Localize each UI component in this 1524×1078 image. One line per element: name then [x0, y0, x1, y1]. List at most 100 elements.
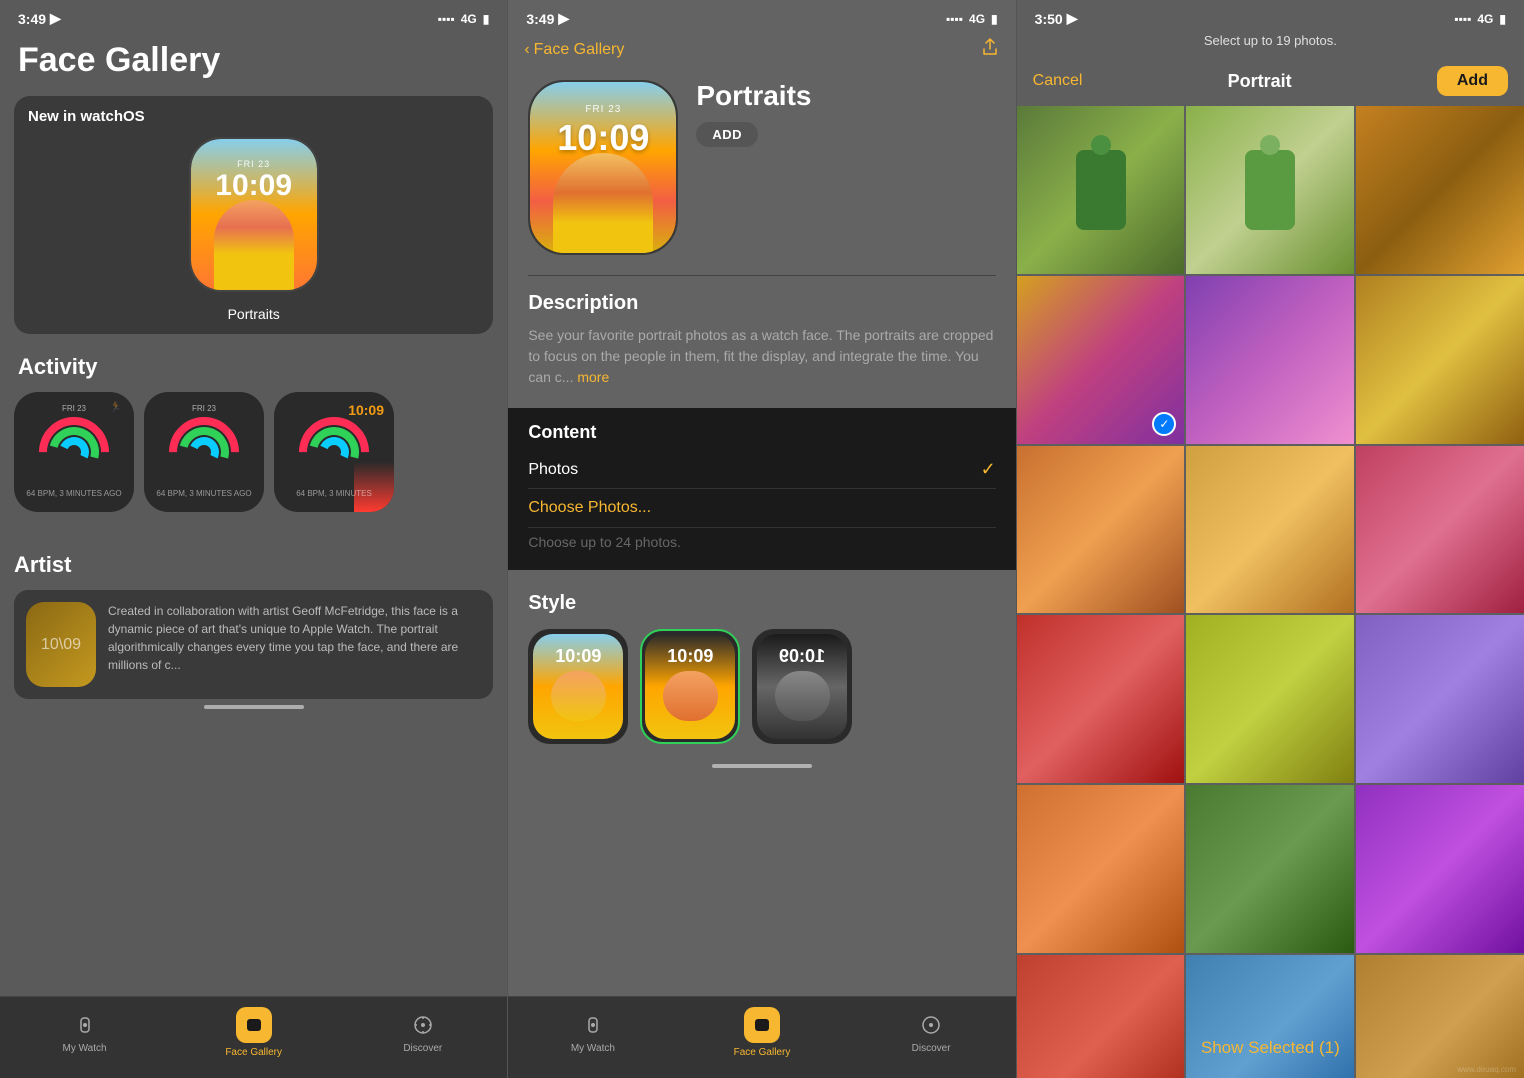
location-icon: ▶	[50, 10, 61, 27]
photo-cell-4[interactable]: ✓	[1017, 276, 1185, 444]
description-text: See your favorite portrait photos as a w…	[508, 321, 1015, 400]
activity-rings-2	[169, 417, 239, 487]
artist-thumb: 10\09	[26, 602, 96, 687]
content-section: Content Photos ✓ Choose Photos... Choose…	[508, 408, 1015, 570]
show-selected-button[interactable]: Show Selected (1)	[1017, 1038, 1524, 1058]
panel-face-gallery: 3:49 ▶ ▪▪▪▪ 4G ▮ Face Gallery New in wat…	[0, 0, 507, 1078]
activity-rings-1	[39, 417, 109, 487]
location-icon-2: ▶	[558, 10, 569, 27]
signal-icon-2: ▪▪▪▪	[946, 12, 963, 26]
photo-cell-7[interactable]	[1017, 446, 1185, 614]
style-section: Style 10:09 10:09 10:09	[508, 578, 1015, 758]
p2-watch-preview: FRI 23 10:09 Portraits ADD	[508, 70, 1015, 275]
artist-section-title: Artist	[14, 532, 493, 590]
activity-watch-2[interactable]: FRI 23 64 BPM, 3 MINUTES AGO	[144, 392, 264, 512]
choose-hint: Choose up to 24 photos.	[528, 528, 995, 556]
photo-cell-17[interactable]	[1186, 955, 1354, 1078]
nav-discover-label-2: Discover	[912, 1043, 951, 1054]
photo-cell-5[interactable]	[1186, 276, 1354, 444]
featured-name: Portraits	[14, 300, 493, 322]
nav-mywatch-1[interactable]: My Watch	[55, 1011, 115, 1054]
p2-title-area: Portraits ADD	[696, 80, 811, 147]
photo-cell-13[interactable]	[1017, 785, 1185, 953]
add-button[interactable]: ADD	[696, 122, 758, 147]
photo-cell-2[interactable]	[1186, 106, 1354, 274]
featured-watch: FRI 23 10:09	[14, 133, 493, 300]
discover-icon-1	[409, 1011, 437, 1039]
featured-card[interactable]: New in watchOS FRI 23 10:09 Portraits	[14, 96, 493, 334]
nav-discover-1[interactable]: Discover	[393, 1011, 453, 1054]
photo-cell-14[interactable]	[1186, 785, 1354, 953]
style-watch-1[interactable]: 10:09	[528, 629, 628, 744]
panel-photo-picker: 3:50 ▶ ▪▪▪▪ 4G ▮ Select up to 19 photos.…	[1016, 0, 1524, 1078]
cancel-button[interactable]: Cancel	[1033, 72, 1083, 90]
checkmark-icon: ✓	[981, 459, 996, 480]
activity-section-title: Activity	[0, 334, 507, 392]
photos-option-row[interactable]: Photos ✓	[528, 451, 995, 488]
nav-facegallery-2[interactable]: Face Gallery	[732, 1007, 792, 1058]
artist-description: Created in collaboration with artist Geo…	[108, 602, 481, 674]
style-title: Style	[528, 592, 995, 615]
nav-discover-2[interactable]: Discover	[901, 1011, 961, 1054]
facegallery-icon-1	[236, 1007, 272, 1043]
photo-cell-11[interactable]	[1186, 615, 1354, 783]
photo-cell-3[interactable]	[1356, 106, 1524, 274]
watch-person	[191, 192, 317, 290]
nav-discover-label-1: Discover	[403, 1043, 442, 1054]
style-watch-2[interactable]: 10:09	[640, 629, 740, 744]
photo-cell-16[interactable]	[1017, 955, 1185, 1078]
activity-watch-3[interactable]: 10:09 64 BPM, 3 MINUTES	[274, 392, 394, 512]
artist-card[interactable]: 10\09 Created in collaboration with arti…	[14, 590, 493, 699]
photo-cell-8[interactable]	[1186, 446, 1354, 614]
scroll-indicator-2	[712, 764, 812, 768]
status-bar-3: 3:50 ▶ ▪▪▪▪ 4G ▮	[1017, 0, 1524, 33]
style-watch-3[interactable]: 10:09	[752, 629, 852, 744]
mywatch-icon	[71, 1011, 99, 1039]
status-bar-2: 3:49 ▶ ▪▪▪▪ 4G ▮	[508, 0, 1015, 33]
photo-cell-15[interactable]	[1356, 785, 1524, 953]
watermark: www.deuaq.com	[1457, 1065, 1516, 1074]
scroll-indicator-1	[204, 705, 304, 709]
description-header: Description	[508, 276, 1015, 321]
panel-portraits-detail: 3:49 ▶ ▪▪▪▪ 4G ▮ ‹ Face Gallery FRI 23 1…	[507, 0, 1015, 1078]
p2-navigation: ‹ Face Gallery	[508, 33, 1015, 70]
status-bar-1: 3:49 ▶ ▪▪▪▪ 4G ▮	[0, 0, 507, 33]
page-title-1: Face Gallery	[0, 33, 507, 96]
back-button[interactable]: ‹ Face Gallery	[524, 41, 624, 59]
selected-badge: ✓	[1152, 412, 1176, 436]
choose-photos-link[interactable]: Choose Photos...	[528, 489, 995, 527]
photo-grid: ✓	[1017, 106, 1524, 1078]
battery-icon-2: ▮	[991, 12, 998, 26]
photos-option: Photos	[528, 461, 578, 479]
photo-cell-1[interactable]	[1017, 106, 1185, 274]
activity-watch-1[interactable]: FRI 23 🏃 64 BPM, 3 MINUTES AGO	[14, 392, 134, 512]
p3-add-button[interactable]: Add	[1437, 66, 1508, 96]
content-title: Content	[528, 422, 995, 443]
p3-header: Cancel Portrait Add	[1017, 58, 1524, 106]
photo-cell-6[interactable]	[1356, 276, 1524, 444]
bottom-nav-2: My Watch Face Gallery Discover	[508, 996, 1015, 1078]
photo-cell-18[interactable]	[1356, 955, 1524, 1078]
watch-date: FRI 23	[237, 159, 270, 169]
p3-title: Portrait	[1228, 71, 1292, 92]
photo-cell-12[interactable]	[1356, 615, 1524, 783]
artist-section: Artist 10\09 Created in collaboration wi…	[0, 512, 507, 699]
p2-watch-face-title: Portraits	[696, 80, 811, 112]
nav-facegallery-label-2: Face Gallery	[734, 1047, 791, 1058]
location-icon-3: ▶	[1067, 10, 1078, 27]
photo-cell-9[interactable]	[1356, 446, 1524, 614]
share-button[interactable]	[980, 37, 1000, 62]
nav-mywatch-2[interactable]: My Watch	[563, 1011, 623, 1054]
p2-watch-face: FRI 23 10:09	[528, 80, 678, 255]
battery-icon-3: ▮	[1499, 12, 1506, 26]
more-link[interactable]: more	[577, 369, 609, 385]
signal-icon-3: ▪▪▪▪	[1454, 12, 1471, 26]
battery-icon: ▮	[483, 12, 490, 26]
run-icon: 🏃	[110, 402, 122, 413]
nav-mywatch-label-2: My Watch	[571, 1043, 615, 1054]
bottom-nav-1: My Watch Face Gallery	[0, 996, 507, 1078]
style-watches-row: 10:09 10:09 10:09	[528, 629, 995, 744]
nav-facegallery-1[interactable]: Face Gallery	[224, 1007, 284, 1058]
activity-time-1: 64 BPM, 3 MINUTES AGO	[26, 489, 121, 498]
photo-cell-10[interactable]	[1017, 615, 1185, 783]
